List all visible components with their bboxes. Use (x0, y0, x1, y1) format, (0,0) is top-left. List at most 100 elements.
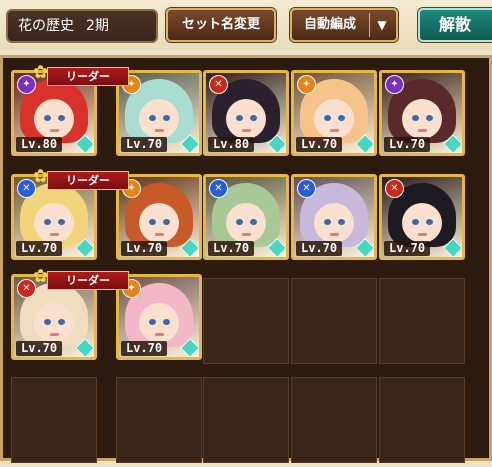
mouth (155, 233, 164, 236)
mouth (155, 333, 164, 336)
empty-slot[interactable] (116, 377, 202, 463)
eye (236, 115, 243, 121)
level-label: Lv.70 (384, 137, 431, 152)
orange-element-icon: ✦ (297, 75, 316, 94)
party-row: ✕ Lv.70 ✿ リーダー ✦ Lv.70 ✕ Lv.70 ✕ Lv.70 ✕ Lv.70 (3, 168, 479, 268)
character-face (34, 99, 74, 139)
eye (149, 319, 156, 325)
red-element-icon: ✕ (209, 75, 228, 94)
level-label: Lv.70 (16, 241, 63, 256)
party-row: ✦ Lv.80 ✿ リーダー ✦ Lv.70 ✕ Lv.80 ✦ Lv.70 ✦ Lv.70 (3, 64, 479, 164)
empty-slot[interactable] (203, 278, 289, 364)
eye (250, 115, 257, 121)
empty-slot[interactable] (203, 377, 289, 463)
empty-slot[interactable] (379, 278, 465, 364)
set-name: 花の歴史 (18, 18, 74, 34)
eye (426, 219, 433, 225)
mouth (50, 333, 59, 336)
set-period: 2期 (86, 18, 109, 34)
eye (163, 115, 170, 121)
mouth (418, 233, 427, 236)
character-card[interactable]: ✦ Lv.70 (379, 70, 465, 156)
party-row (3, 373, 479, 467)
leader-badge: リーダー (47, 67, 129, 86)
top-bar: 花の歴史 2期 セット名変更 自動編成 ▼ 解散 (0, 0, 492, 50)
eye (149, 219, 156, 225)
character-face (34, 203, 74, 243)
character-face (402, 99, 442, 139)
character-face (402, 203, 442, 243)
blue-element-icon: ✕ (209, 179, 228, 198)
character-card[interactable]: ✕ Lv.70 (203, 174, 289, 260)
auto-formation-button[interactable]: 自動編成 ▼ (290, 8, 398, 42)
eye (250, 219, 257, 225)
eye (58, 219, 65, 225)
eye (44, 115, 51, 121)
eye (426, 115, 433, 121)
level-label: Lv.70 (16, 341, 63, 356)
red-element-icon: ✕ (385, 179, 404, 198)
eye (324, 115, 331, 121)
eye (58, 319, 65, 325)
mouth (418, 129, 427, 132)
character-card[interactable]: ✦ Lv.70 (291, 70, 377, 156)
mouth (242, 233, 251, 236)
mouth (330, 233, 339, 236)
level-label: Lv.70 (384, 241, 431, 256)
mouth (330, 129, 339, 132)
character-face (226, 99, 266, 139)
set-name-display: 花の歴史 2期 (6, 9, 158, 43)
level-label: Lv.70 (121, 137, 168, 152)
character-face (314, 99, 354, 139)
character-face (314, 203, 354, 243)
level-label: Lv.80 (208, 137, 255, 152)
character-face (139, 203, 179, 243)
empty-slot[interactable] (11, 377, 97, 463)
character-face (34, 303, 74, 343)
eye (412, 219, 419, 225)
blue-element-icon: ✕ (297, 179, 316, 198)
auto-formation-label: 自動編成 (303, 17, 356, 32)
empty-slot[interactable] (379, 377, 465, 463)
eye (338, 115, 345, 121)
leader-badge: リーダー (47, 271, 129, 290)
character-card[interactable]: ✕ Lv.80 (203, 70, 289, 156)
eye (58, 115, 65, 121)
mouth (242, 129, 251, 132)
empty-slot[interactable] (291, 377, 377, 463)
leader-badge: リーダー (47, 171, 129, 190)
flower-icon: ✿ (33, 166, 49, 187)
character-face (139, 99, 179, 139)
level-label: Lv.70 (296, 137, 343, 152)
purple-element-icon: ✦ (385, 75, 404, 94)
eye (324, 219, 331, 225)
empty-slot[interactable] (291, 278, 377, 364)
mouth (50, 233, 59, 236)
level-label: Lv.70 (121, 241, 168, 256)
character-face (139, 303, 179, 343)
eye (44, 219, 51, 225)
flower-icon: ✿ (33, 266, 49, 287)
eye (236, 219, 243, 225)
mouth (155, 129, 164, 132)
level-label: Lv.70 (296, 241, 343, 256)
eye (338, 219, 345, 225)
mouth (50, 129, 59, 132)
level-label: Lv.80 (16, 137, 63, 152)
eye (163, 319, 170, 325)
rename-set-button[interactable]: セット名変更 (166, 8, 276, 42)
flower-icon: ✿ (33, 62, 49, 83)
character-face (226, 203, 266, 243)
party-panel: ✦ Lv.80 ✿ リーダー ✦ Lv.70 ✕ Lv.80 ✦ Lv.70 ✦ Lv.70 ✕ Lv.7… (0, 55, 492, 463)
disband-button[interactable]: 解散 (418, 8, 492, 42)
eye (412, 115, 419, 121)
party-row: ✕ Lv.70 ✿ リーダー ✦ Lv.70 (3, 268, 479, 368)
character-card[interactable]: ✕ Lv.70 (379, 174, 465, 260)
dropdown-arrow-icon[interactable]: ▼ (369, 13, 394, 37)
eye (163, 219, 170, 225)
level-label: Lv.70 (121, 341, 168, 356)
eye (149, 115, 156, 121)
eye (44, 319, 51, 325)
character-card[interactable]: ✕ Lv.70 (291, 174, 377, 260)
level-label: Lv.70 (208, 241, 255, 256)
